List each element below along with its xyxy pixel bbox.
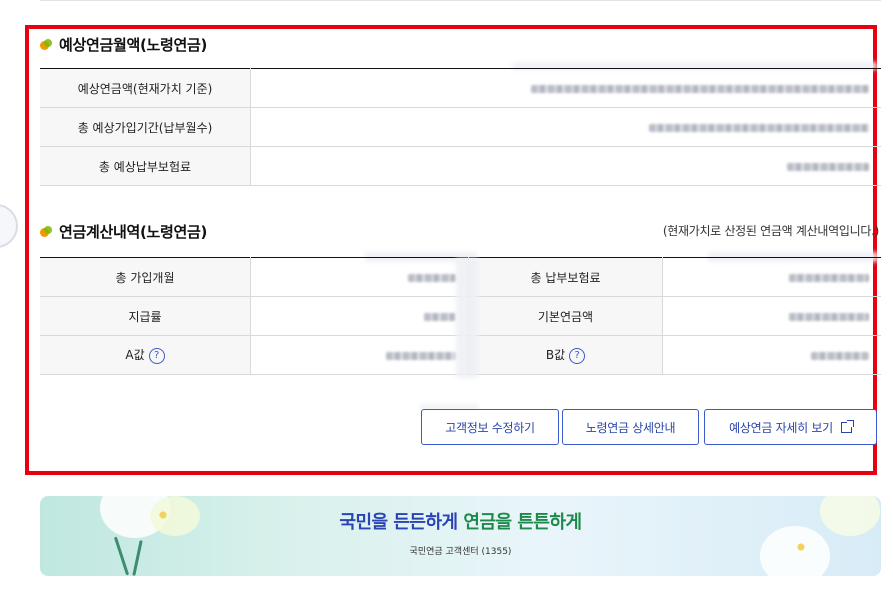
section-title-calculation: 연금계산내역(노령연금): [40, 221, 207, 242]
row-label: 총 납부보험료: [468, 257, 663, 297]
masked-value: [662, 296, 881, 336]
masked-value: [662, 335, 881, 375]
promo-banner[interactable]: 국민을 든든하게 연금을 튼튼하게 국민연금 고객센터 (1355): [40, 496, 881, 576]
masked-value: [456, 258, 478, 378]
help-icon[interactable]: ?: [569, 347, 586, 364]
row-label: 예상연금액(현재가치 기준): [40, 68, 251, 108]
table-row: 총 예상납부보험료: [40, 146, 881, 186]
calculation-note: (현재가치로 산정된 연금액 계산내역입니다.): [662, 224, 879, 238]
row-label-b: B값?: [468, 335, 663, 375]
expected-pension-table: 예상연금액(현재가치 기준) 총 예상가입기간(납부월수) 총 예상납부보험료: [40, 68, 881, 186]
old-age-pension-guide-button[interactable]: 노령연금 상세안내: [562, 409, 699, 445]
masked-value: [662, 257, 881, 297]
section-title-expected-pension: 예상연금월액(노령연금): [40, 34, 207, 55]
masked-value: [250, 68, 881, 108]
bullet-icon: [40, 38, 53, 51]
row-label-a: A값?: [40, 335, 251, 375]
masked-value: [250, 146, 881, 186]
row-label: 기본연금액: [468, 296, 663, 336]
banner-title: 국민을 든든하게 연금을 튼튼하게: [339, 512, 582, 533]
masked-value: [250, 257, 469, 297]
table-row: 예상연금액(현재가치 기준): [40, 68, 881, 108]
help-icon[interactable]: ?: [148, 347, 165, 364]
masked-value: [250, 296, 469, 336]
row-label: 총 예상납부보험료: [40, 146, 251, 186]
masked-value: [250, 335, 469, 375]
row-label: 지급률: [40, 296, 251, 336]
external-link-icon: [840, 419, 854, 433]
masked-value: [250, 107, 881, 147]
edit-customer-info-button[interactable]: 고객정보 수정하기: [421, 409, 559, 445]
view-expected-pension-details-button[interactable]: 예상연금 자세히 보기: [704, 409, 877, 445]
top-divider: [40, 0, 881, 1]
banner-subtitle: 국민연금 고객센터 (1355): [409, 547, 512, 557]
row-label: 총 예상가입기간(납부월수): [40, 107, 251, 147]
bullet-icon: [40, 225, 53, 238]
row-label: 총 가입개월: [40, 257, 251, 297]
table-row: 총 예상가입기간(납부월수): [40, 107, 881, 147]
side-circle-decoration: [0, 204, 18, 248]
